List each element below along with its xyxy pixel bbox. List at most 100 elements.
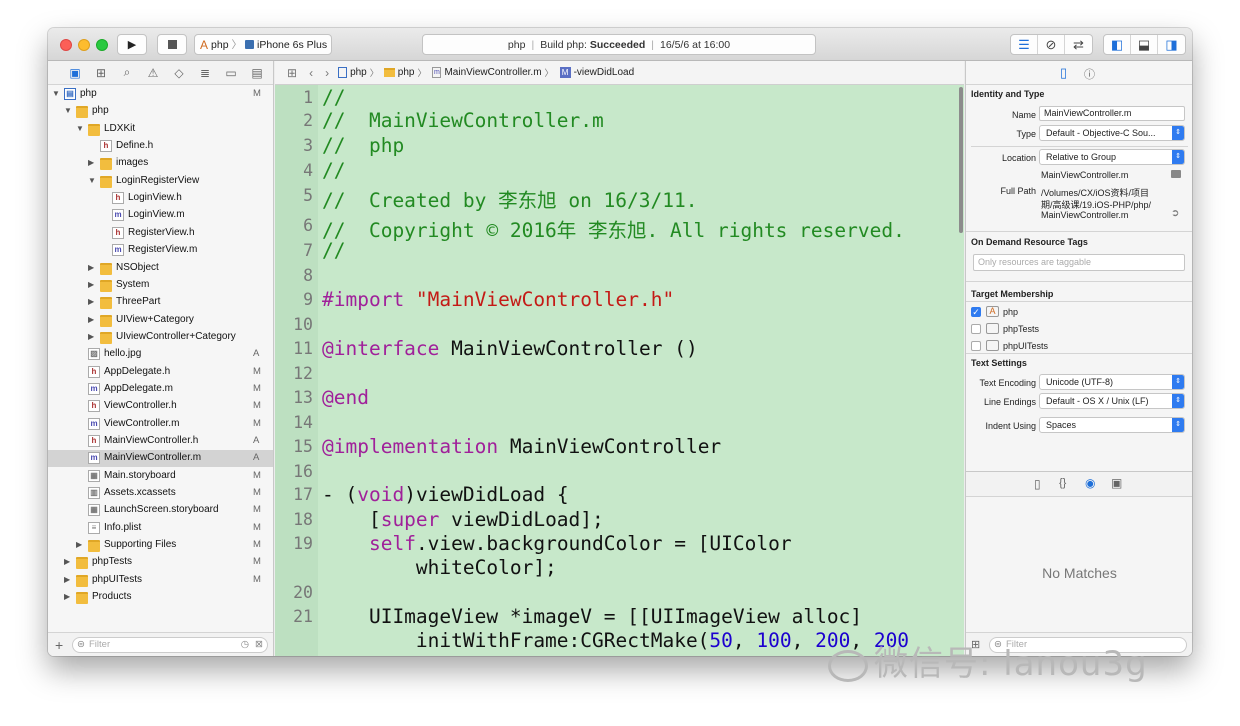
symbol-navigator-icon[interactable]: ⊞ [88,66,114,80]
disclosure-open-icon[interactable]: ▼ [64,106,72,115]
navigator-toggle-icon[interactable]: ◧ [1104,35,1131,54]
utilities-toggle-icon[interactable]: ◨ [1158,35,1185,54]
navigator-file-row[interactable]: h RegisterView.h [48,225,273,242]
code-line[interactable]: self.view.backgroundColor = [UIColor [322,532,792,555]
disclosure-closed-icon[interactable]: ▶ [88,315,94,324]
add-icon[interactable]: + [55,637,63,653]
reveal-arrow-icon[interactable]: ➲ [1171,208,1179,219]
disclosure-closed-icon[interactable]: ▶ [88,280,94,289]
line-endings-popup[interactable]: Default - OS X / Unix (LF) ⇕ [1039,393,1185,409]
disclosure-closed-icon[interactable]: ▶ [64,575,70,584]
report-navigator-icon[interactable]: ▤ [244,66,270,80]
navigator-group-row[interactable]: ▶ Products [48,589,273,606]
name-field[interactable]: MainViewController.m [1039,106,1185,121]
navigator-filter-input[interactable]: ⊜ Filter ◷ ⊠ [72,637,268,653]
find-navigator-icon[interactable]: ⌕ [114,65,140,80]
code-line[interactable]: // [322,239,345,262]
recent-files-icon[interactable]: ◷ [241,638,249,652]
navigator-file-row[interactable]: h MainViewController.h A [48,433,273,450]
type-popup[interactable]: Default - Objective-C Sou... ⇕ [1039,125,1185,141]
file-template-icon[interactable]: ▯ [1034,477,1041,491]
encoding-popup[interactable]: Unicode (UTF-8) ⇕ [1039,374,1185,390]
assistant-editor-icon[interactable]: ⊘ [1038,35,1065,54]
code-line[interactable]: @interface MainViewController () [322,337,698,360]
standard-editor-icon[interactable]: ☰ [1011,35,1038,54]
issue-navigator-icon[interactable]: ⚠ [140,66,166,80]
jump-crumb-method[interactable]: -viewDidLoad [574,67,635,78]
code-line[interactable]: // [322,86,345,109]
navigator-group-row[interactable]: ▼ LoginRegisterView [48,173,273,190]
disclosure-closed-icon[interactable]: ▶ [88,297,94,306]
navigator-file-row[interactable]: h ViewController.h M [48,398,273,415]
zoom-window-button[interactable] [96,39,108,51]
navigator-group-row[interactable]: ▼ php [48,103,273,120]
disclosure-open-icon[interactable]: ▼ [88,176,96,185]
navigator-group-row[interactable]: ▶ UIView+Category [48,312,273,329]
navigator-file-row[interactable]: ≡ Info.plist M [48,520,273,537]
navigator-file-row[interactable]: ▥ Assets.xcassets M [48,485,273,502]
source-editor[interactable]: 1 2 3 4 5 6 7 8 9 10 11 12 13 14 15 16 17 18 19 20 21 //// M… [275,85,964,656]
code-line[interactable]: // Copyright © 2016年 李东旭. All rights res… [322,214,905,243]
code-line[interactable]: initWithFrame:CGRectMake(50, 100, 200, 2… [322,629,909,652]
version-editor-icon[interactable]: ⇄ [1065,35,1092,54]
navigator-group-row[interactable]: ▶ phpTests M [48,554,273,571]
target-checkbox[interactable] [971,341,981,351]
quick-help-icon[interactable]: ⓘ [1084,66,1095,82]
navigator-file-row[interactable]: ▦ Main.storyboard M [48,468,273,485]
test-navigator-icon[interactable]: ◇ [166,66,192,80]
code-line[interactable]: // php [322,134,404,157]
debug-area-toggle-icon[interactable]: ⬓ [1131,35,1158,54]
stop-button[interactable] [157,34,187,55]
code-line[interactable]: // MainViewController.m [322,109,604,132]
navigator-file-row[interactable]: h LoginView.h [48,190,273,207]
navigator-group-row[interactable]: ▶ phpUITests M [48,572,273,589]
jump-crumb-group[interactable]: php [398,67,415,78]
run-button[interactable]: ▶ [117,34,147,55]
navigator-file-row[interactable]: h Define.h [48,138,273,155]
navigator-file-row[interactable]: h AppDelegate.h M [48,364,273,381]
navigator-group-row[interactable]: ▼ ▤ php M [48,86,273,103]
close-window-button[interactable] [60,39,72,51]
navigator-file-row[interactable]: m LoginView.m [48,207,273,224]
code-line[interactable]: // [322,159,345,182]
navigator-group-row[interactable]: ▼ LDXKit [48,121,273,138]
disclosure-closed-icon[interactable]: ▶ [76,540,82,549]
location-popup[interactable]: Relative to Group ⇕ [1039,149,1185,165]
project-navigator-icon[interactable]: ▣ [62,66,88,80]
forward-icon[interactable]: › [325,66,329,80]
scheme-selector[interactable]: A php 〉 iPhone 6s Plus [194,34,332,55]
navigator-file-row[interactable]: m AppDelegate.m M [48,381,273,398]
jump-crumb-file[interactable]: MainViewController.m [444,67,541,78]
disclosure-closed-icon[interactable]: ▶ [64,592,70,601]
navigator-group-row[interactable]: ▶ ThreePart [48,294,273,311]
media-library-icon[interactable]: ▣ [1111,476,1122,490]
related-items-icon[interactable]: ⊞ [287,66,297,80]
breakpoint-navigator-icon[interactable]: ▭ [218,66,244,80]
scm-filter-icon[interactable]: ⊠ [255,638,263,652]
code-line[interactable]: @end [322,386,369,409]
navigator-file-row[interactable]: ▨ hello.jpg A [48,346,273,363]
folder-icon[interactable] [1171,170,1181,178]
navigator-file-row[interactable]: m MainViewController.m A [48,450,273,468]
back-icon[interactable]: ‹ [309,66,313,80]
disclosure-closed-icon[interactable]: ▶ [88,263,94,272]
navigator-group-row[interactable]: ▶ System [48,277,273,294]
code-line[interactable]: // Created by 李东旭 on 16/3/11. [322,184,697,213]
navigator-file-row[interactable]: m ViewController.m M [48,416,273,433]
code-line[interactable]: - (void)viewDidLoad { [322,483,569,506]
disclosure-closed-icon[interactable]: ▶ [88,158,94,167]
indent-popup[interactable]: Spaces ⇕ [1039,417,1185,433]
code-line[interactable]: whiteColor]; [322,556,557,579]
navigator-group-row[interactable]: ▶ images [48,155,273,172]
target-checkbox[interactable] [971,324,981,334]
code-line[interactable]: [super viewDidLoad]; [322,508,604,531]
disclosure-closed-icon[interactable]: ▶ [88,332,94,341]
code-snippet-icon[interactable]: {} [1059,477,1066,489]
code-line[interactable]: UIImageView *imageV = [[UIImageView allo… [322,605,862,628]
navigator-group-row[interactable]: ▶ NSObject [48,260,273,277]
code-line[interactable]: @implementation MainViewController [322,435,721,458]
navigator-group-row[interactable]: ▶ UIviewController+Category [48,329,273,346]
navigator-file-row[interactable]: m RegisterView.m [48,242,273,259]
disclosure-open-icon[interactable]: ▼ [52,89,60,98]
code-line[interactable]: #import "MainViewController.h" [322,288,674,311]
